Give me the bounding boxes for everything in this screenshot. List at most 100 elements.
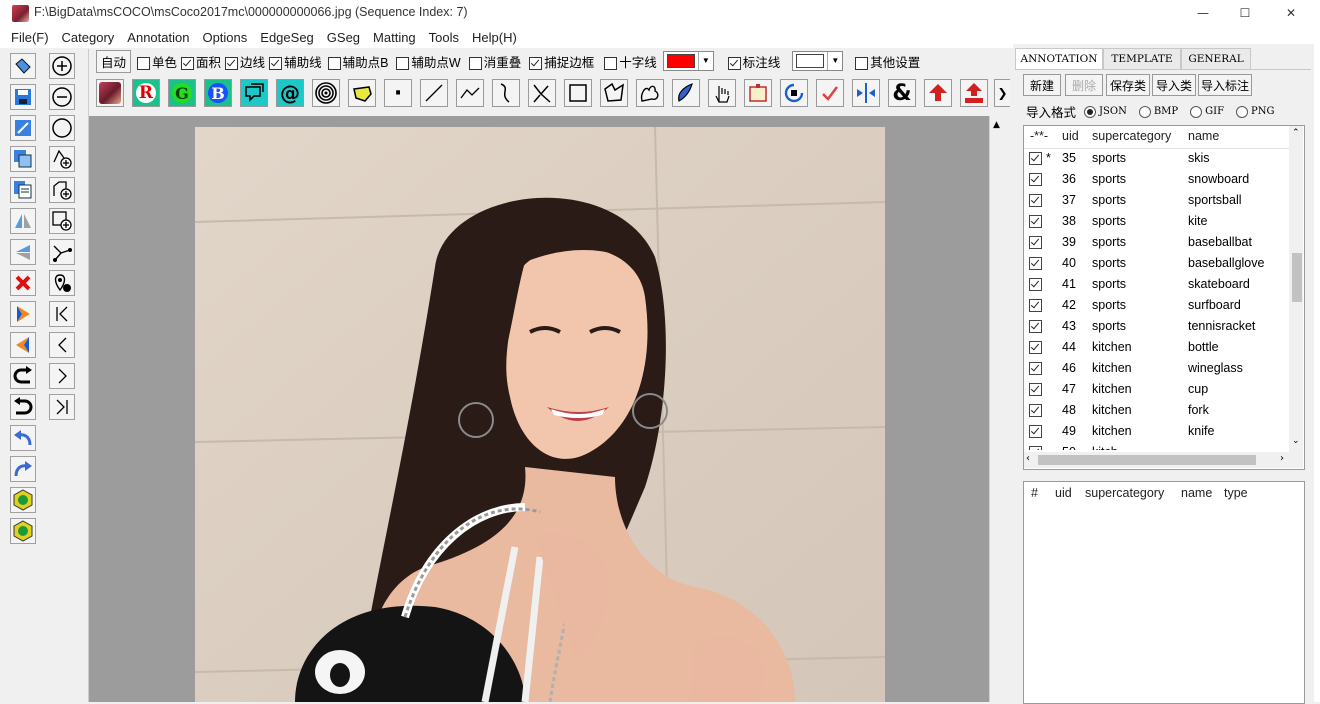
option-remove-overlap[interactable]: 消重叠: [463, 52, 524, 71]
hand-pointer-icon[interactable]: [708, 79, 736, 107]
curve-tool-icon[interactable]: [492, 79, 520, 107]
upload-icon[interactable]: [924, 79, 952, 107]
undo-curve-icon[interactable]: [10, 394, 36, 420]
tab-template[interactable]: TEMPLATE: [1103, 48, 1181, 69]
magic-brush-icon[interactable]: [672, 79, 700, 107]
row-checkbox[interactable]: [1029, 383, 1042, 396]
chevron-right-icon[interactable]: ›: [1280, 453, 1284, 464]
menu-annotation[interactable]: Annotation: [121, 30, 196, 45]
open-file-icon[interactable]: [10, 53, 36, 79]
option-area[interactable]: 面积: [179, 52, 223, 71]
add-rect-icon[interactable]: [49, 208, 75, 234]
format-json-radio[interactable]: [1084, 105, 1097, 118]
polyline-tool-icon[interactable]: [456, 79, 484, 107]
mono-checkbox[interactable]: [137, 56, 151, 70]
branch-tool-icon[interactable]: [528, 79, 556, 107]
split-icon[interactable]: [852, 79, 880, 107]
menu-file[interactable]: File(F): [0, 30, 56, 45]
ampersand-icon[interactable]: &: [888, 79, 916, 107]
row-checkbox[interactable]: [1029, 278, 1042, 291]
row-checkbox[interactable]: [1029, 362, 1042, 375]
delete-button[interactable]: 删除: [1065, 74, 1103, 96]
chevron-left-icon[interactable]: ‹: [1026, 453, 1030, 464]
crosshair-checkbox[interactable]: [604, 56, 618, 70]
point-tool-icon[interactable]: ·: [384, 79, 412, 107]
option-guide-line[interactable]: 辅助线: [267, 52, 324, 71]
row-checkbox[interactable]: [1029, 152, 1042, 165]
green-channel-icon[interactable]: G: [168, 79, 196, 107]
row-checkbox[interactable]: [1029, 320, 1042, 333]
rotate-icon[interactable]: [780, 79, 808, 107]
chevron-up-icon[interactable]: ⌃: [1292, 128, 1300, 138]
speech-bubble-icon[interactable]: [240, 79, 268, 107]
at-sign-icon[interactable]: @: [276, 79, 304, 107]
tab-general[interactable]: GENERAL: [1181, 48, 1251, 69]
spiral-icon[interactable]: [312, 79, 340, 107]
row-checkbox[interactable]: [1029, 236, 1042, 249]
hscroll-thumb[interactable]: [1038, 455, 1256, 465]
guide-point-w-checkbox[interactable]: [396, 56, 410, 70]
prev-arrow-icon[interactable]: [10, 332, 36, 358]
table-row[interactable]: 41 sports skateboard: [1024, 274, 1290, 295]
menu-category[interactable]: Category: [56, 30, 122, 45]
table-row[interactable]: 43 sports tennisracket: [1024, 316, 1290, 337]
chevron-down-icon[interactable]: ⌄: [1292, 436, 1300, 446]
image-frame-icon[interactable]: [744, 79, 772, 107]
close-button[interactable]: ✕: [1268, 0, 1314, 26]
save-icon[interactable]: [10, 84, 36, 110]
upload-tray-icon[interactable]: [960, 79, 988, 107]
option-edge[interactable]: 边线: [223, 52, 267, 71]
redo-icon[interactable]: [10, 456, 36, 482]
freeform-tool-icon[interactable]: [636, 79, 664, 107]
menu-gseg[interactable]: GSeg: [321, 30, 367, 45]
ann-header-supercategory[interactable]: supercategory: [1085, 486, 1164, 500]
option-other-settings[interactable]: 其他设置: [849, 52, 922, 71]
snap-border-checkbox[interactable]: [529, 56, 543, 70]
image-canvas[interactable]: [89, 116, 989, 702]
row-checkbox[interactable]: [1029, 173, 1042, 186]
add-region-icon[interactable]: [49, 177, 75, 203]
ann-header-uid[interactable]: uid: [1055, 486, 1072, 500]
image-thumb-icon[interactable]: [96, 79, 124, 107]
zoom-in-icon[interactable]: [49, 53, 75, 79]
maximize-button[interactable]: ☐: [1222, 0, 1268, 26]
ann-header-type[interactable]: type: [1224, 486, 1248, 500]
table-row[interactable]: 40 sports baseballglove: [1024, 253, 1290, 274]
node-path-icon[interactable]: [49, 239, 75, 265]
header-supercategory[interactable]: supercategory: [1092, 129, 1171, 143]
flip-horizontal-icon[interactable]: [10, 208, 36, 234]
option-guide-point-w[interactable]: 辅助点W: [390, 52, 462, 71]
edit-image-icon[interactable]: [10, 115, 36, 141]
option-guide-point-b[interactable]: 辅助点B: [324, 52, 391, 71]
area-checkbox[interactable]: [181, 56, 195, 70]
row-checkbox[interactable]: [1029, 425, 1042, 438]
table-row[interactable]: * 35 sports skis: [1024, 148, 1290, 169]
table-row[interactable]: 48 kitchen fork: [1024, 400, 1290, 421]
row-checkbox[interactable]: [1029, 299, 1042, 312]
table-row[interactable]: 36 sports snowboard: [1024, 169, 1290, 190]
scroll-up-icon[interactable]: ▲: [993, 120, 1000, 130]
table-row-partial[interactable]: 50 kitch: [1024, 442, 1290, 450]
delete-icon[interactable]: [10, 270, 36, 296]
table-row[interactable]: 46 kitchen wineglass: [1024, 358, 1290, 379]
other-settings-checkbox[interactable]: [855, 56, 869, 70]
rectangle-tool-icon[interactable]: [564, 79, 592, 107]
format-png-radio[interactable]: [1236, 105, 1249, 118]
flip-vertical-icon[interactable]: [10, 239, 36, 265]
menu-tools[interactable]: Tools: [423, 30, 466, 45]
more-tools-icon[interactable]: ❯: [994, 79, 1010, 107]
menu-help[interactable]: Help(H): [466, 30, 524, 45]
table-row[interactable]: 49 kitchen knife: [1024, 421, 1290, 442]
menu-edgeseg[interactable]: EdgeSeg: [254, 30, 321, 45]
save-category-button[interactable]: 保存类: [1106, 74, 1150, 96]
row-checkbox[interactable]: [1029, 215, 1042, 228]
import-annotation-button[interactable]: 导入标注: [1198, 74, 1252, 96]
guide-point-b-checkbox[interactable]: [327, 56, 341, 70]
ann-header-index[interactable]: #: [1031, 486, 1038, 500]
table-row[interactable]: 42 sports surfboard: [1024, 295, 1290, 316]
circle-icon[interactable]: [49, 115, 75, 141]
menu-options[interactable]: Options: [196, 30, 254, 45]
option-snap-border[interactable]: 捕捉边框: [523, 52, 596, 71]
row-checkbox[interactable]: [1029, 404, 1042, 417]
segment-gem-icon[interactable]: [10, 487, 36, 513]
